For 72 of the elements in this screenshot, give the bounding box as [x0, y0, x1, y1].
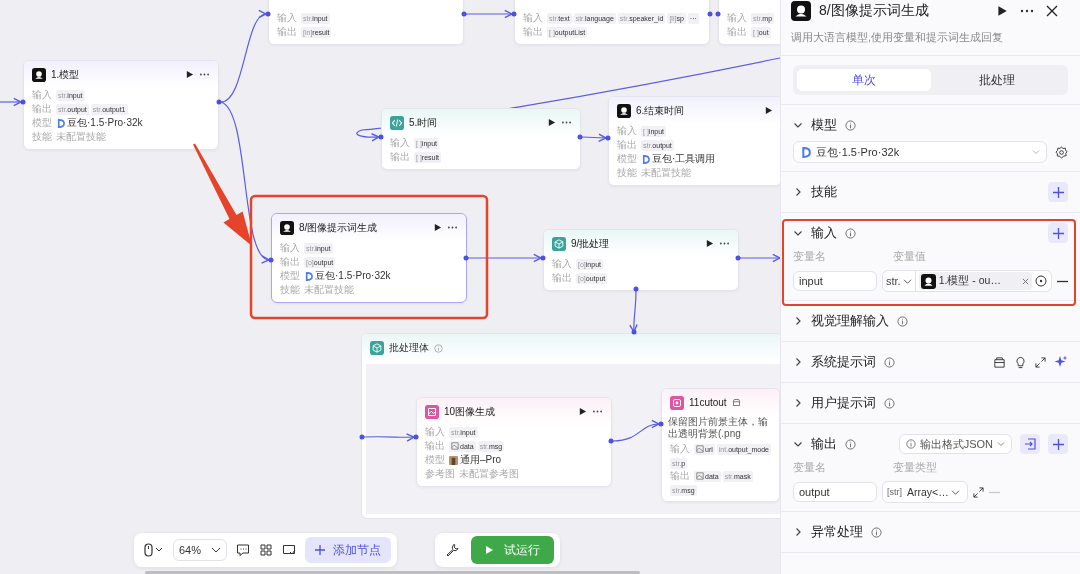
column-label: 变量名 — [793, 249, 827, 264]
output-format-select[interactable]: 输出格式JSON — [898, 434, 1012, 454]
column-label: 变量名 — [793, 460, 827, 475]
row-label: 输出 — [280, 255, 300, 269]
section-title: 技能 — [811, 183, 837, 201]
row-label: 模型 — [32, 116, 52, 130]
row-label: 输入 — [727, 11, 747, 25]
mode-tab[interactable]: 单次 — [797, 69, 931, 91]
row-label: 输入 — [277, 11, 297, 25]
model-name: 豆包·1.5·Pro·32k — [67, 116, 143, 130]
column-label: 变量值 — [893, 249, 927, 264]
mode-tab[interactable]: 批处理 — [930, 69, 1064, 91]
row-value: 未配置参考图 — [459, 467, 519, 481]
row-label: 输入 — [523, 11, 543, 25]
row-value: 未配置技能 — [641, 166, 691, 180]
add-node-button[interactable]: 添加节点 — [305, 537, 392, 563]
model-select[interactable]: 豆包·1.5·Pro·32k — [793, 141, 1047, 163]
section-title: 输出 — [811, 435, 837, 453]
row-label: 输入 — [425, 425, 445, 439]
row-label: 技能 — [617, 166, 637, 180]
row-label: 输入 — [670, 442, 690, 456]
node-title: 11cutout — [689, 397, 727, 408]
reference-text: 1.模型 - ou… — [938, 274, 1002, 288]
type-select[interactable]: str. — [883, 271, 916, 291]
reference-tag[interactable]: 1.模型 - ou… — [918, 272, 1032, 290]
row-label: 输入 — [32, 88, 52, 102]
row-label: 输出 — [523, 25, 543, 39]
row-label: 输入 — [390, 136, 410, 150]
panel-description: 调用大语言模型,使用变量和提示词生成回复 — [781, 22, 1080, 56]
node-title: 1.模型 — [51, 67, 80, 82]
model-name: 通用–Pro — [460, 453, 502, 467]
variable-type-select[interactable]: [str] Array<… — [882, 481, 968, 503]
row-label: 模型 — [425, 453, 445, 467]
variable-name-field[interactable]: output — [793, 482, 877, 502]
section-title: 系统提示词 — [811, 353, 876, 371]
node-title: 5.时间 — [409, 115, 438, 130]
node-title: 8/图像提示词生成 — [299, 220, 378, 235]
section-title: 模型 — [811, 116, 837, 134]
column-label: 变量类型 — [893, 460, 938, 475]
row-label: 输入 — [617, 124, 637, 138]
row-label: 输出 — [277, 25, 297, 39]
section-title: 输入 — [811, 224, 837, 242]
row-label: 技能 — [280, 283, 300, 297]
row-label: 输出 — [670, 469, 690, 483]
row-label: 技能 — [32, 130, 52, 144]
section-title: 视觉理解输入 — [811, 312, 889, 330]
group-title: 批处理体 — [389, 341, 429, 355]
row-label: 输出 — [727, 25, 747, 39]
row-label: 输出 — [617, 138, 637, 152]
row-label: 输入 — [280, 241, 300, 255]
row-value: 未配置技能 — [304, 283, 354, 297]
variable-value-field[interactable]: str. 1.模型 - ou… — [882, 270, 1052, 292]
row-label: 输出 — [425, 439, 445, 453]
row-label: 参考图 — [425, 467, 455, 481]
section-title: 用户提示词 — [811, 394, 876, 412]
row-label: 模型 — [617, 152, 637, 166]
row-label: 输入 — [552, 257, 572, 271]
row-value: 未配置技能 — [56, 130, 106, 144]
variable-name-field[interactable]: input — [793, 271, 877, 291]
row-label: 输出 — [32, 102, 52, 116]
model-name: 豆包·1.5·Pro·32k — [315, 269, 391, 283]
model-name: 豆包·工具调用 — [652, 152, 716, 166]
panel-title: 8/图像提示词生成 — [819, 2, 929, 20]
node-title: 9/批处理 — [571, 236, 610, 251]
node-title: 6.结束时间 — [636, 103, 685, 118]
row-label: 输出 — [552, 271, 572, 285]
node-title: 10图像生成 — [444, 404, 496, 419]
zoom-select[interactable]: 64% — [173, 539, 228, 561]
section-title: 异常处理 — [811, 523, 863, 541]
row-label: 模型 — [280, 269, 300, 283]
node-description: 保留图片前景主体，输出透明背景(.png — [667, 416, 769, 441]
row-label: 输出 — [390, 150, 410, 164]
